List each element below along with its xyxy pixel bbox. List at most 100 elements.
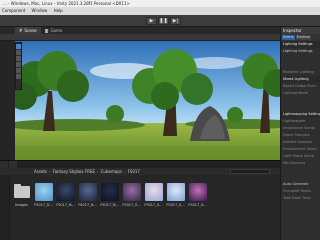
tab-game[interactable]: ◙ Game (41, 27, 67, 34)
inspector-row[interactable]: Lighting Settings (281, 41, 320, 48)
asset-label: FS017_N... (56, 203, 75, 207)
rotate-tool-icon[interactable] (16, 56, 21, 61)
menu-component[interactable]: Component (2, 8, 25, 13)
inspector-subtabs: Scene Environ (281, 34, 320, 41)
breadcrumb-cubemaps[interactable]: Cubemaps (101, 169, 122, 174)
inspector-row[interactable]: Occupied Texels (281, 188, 320, 195)
move-tool-icon[interactable] (16, 50, 21, 55)
project-folder-tree[interactable] (0, 175, 10, 240)
inspector-panel: Inspector Scene Environ Lighting Setting… (280, 27, 320, 240)
tab-game-label: Game (50, 28, 63, 33)
inspector-row[interactable]: Environment Samp. (281, 146, 320, 153)
inspector-row[interactable]: Auto Generate (281, 181, 320, 188)
scene-view-toolbar[interactable] (0, 34, 280, 41)
menu-bar: Component Window Help (0, 7, 320, 15)
inspector-row[interactable]: Light Probe Samp. (281, 153, 320, 160)
subtab-environment[interactable]: Environ (295, 35, 311, 40)
scene-render (15, 41, 280, 160)
cubemap-thumbnail (188, 183, 207, 201)
game-icon: ◙ (44, 28, 49, 33)
inspector-title[interactable]: Inspector (281, 27, 320, 34)
cubemap-thumbnail (144, 183, 163, 201)
breadcrumb-fantasy-skybox[interactable]: Fantasy Skybox FREE (53, 169, 95, 174)
inspector-row[interactable]: Realtime Lighting (281, 69, 320, 76)
asset-cubemap[interactable]: FS017_S... (144, 183, 163, 207)
tab-spacer (0, 27, 15, 34)
inspector-row[interactable]: Lighting Settings (281, 48, 320, 55)
asset-label: FS017_S... (188, 203, 207, 207)
subtab-scene[interactable]: Scene (282, 35, 295, 40)
transform-tool-icon[interactable] (16, 74, 21, 79)
folder-icon (13, 184, 30, 198)
cubemap-thumbnail (166, 183, 185, 201)
tab-scene-label: Scene (24, 28, 37, 33)
tab-scene[interactable]: # Scene (15, 27, 41, 34)
inspector-row (281, 104, 320, 111)
project-tab-row (0, 161, 280, 168)
view-tool-icon[interactable] (16, 44, 21, 49)
cubemap-thumbnail (34, 183, 53, 201)
asset-label: FS017_S... (166, 203, 185, 207)
inspector-row[interactable]: Baked Global Illum (281, 83, 320, 90)
play-controls: ▶ ❚❚ ▶| (146, 17, 181, 25)
breadcrumb-fs017[interactable]: FS017 (128, 169, 140, 174)
asset-cubemap[interactable]: FS017_S... (122, 183, 141, 207)
asset-cubemap[interactable]: FS017_S... (166, 183, 185, 207)
asset-label: FS017_N... (100, 203, 119, 207)
inspector-row[interactable]: Direct Samples (281, 132, 320, 139)
asset-cubemap[interactable]: FS017_S... (188, 183, 207, 207)
project-tab[interactable] (0, 161, 8, 168)
inspector-row[interactable]: Total Bake Time (281, 195, 320, 202)
inspector-row[interactable]: Importance Sampl. (281, 125, 320, 132)
breadcrumb-separator: › (123, 169, 126, 174)
menu-help[interactable]: Help (54, 8, 63, 13)
window-title: ... - Windows, Mac, Linux - Unity 2021.3… (0, 0, 320, 7)
inspector-row[interactable]: Min Bounces (281, 160, 320, 167)
project-search-input[interactable] (230, 169, 270, 174)
inspector-row (281, 97, 320, 104)
play-icon: ▶ (149, 18, 154, 24)
scale-tool-icon[interactable] (16, 62, 21, 67)
scene-viewport[interactable] (15, 41, 280, 160)
menu-window[interactable]: Window (32, 8, 48, 13)
inspector-row (281, 62, 320, 69)
scene-tool-strip (15, 42, 22, 90)
inspector-rows: Lighting Settings Lighting Settings Realti… (281, 41, 320, 202)
asset-label: FS017_D... (34, 203, 53, 207)
asset-grid: Images FS017_D... FS017_N... FS017_N... FS01… (12, 183, 207, 207)
inspector-row[interactable]: Lightmapping Settings (281, 111, 320, 118)
inspector-row (281, 55, 320, 62)
asset-label: FS017_N... (78, 203, 97, 207)
asset-label: FS017_S... (144, 203, 163, 207)
console-tab[interactable] (9, 161, 17, 168)
cubemap-thumbnail (56, 183, 75, 201)
asset-label: Images (15, 203, 28, 207)
play-button[interactable]: ▶ (146, 17, 157, 25)
cubemap-thumbnail (122, 183, 141, 201)
asset-cubemap[interactable]: FS017_N... (78, 183, 97, 207)
cubemap-thumbnail (78, 183, 97, 201)
asset-cubemap[interactable]: FS017_D... (34, 183, 53, 207)
asset-cubemap[interactable]: FS017_N... (56, 183, 75, 207)
scene-tab-row: # Scene ◙ Game (0, 27, 280, 34)
pause-button[interactable]: ❚❚ (158, 17, 169, 25)
inspector-row[interactable]: Lighting Mode (281, 90, 320, 97)
pause-icon: ❚❚ (159, 18, 168, 24)
scene-icon: # (19, 28, 23, 33)
breadcrumb-assets[interactable]: Assets (34, 169, 47, 174)
asset-cubemap[interactable]: FS017_N... (100, 183, 119, 207)
left-dock-strip (0, 41, 15, 160)
inspector-row (281, 167, 320, 174)
asset-label: FS017_S... (122, 203, 141, 207)
inspector-row[interactable]: Indirect Samples (281, 139, 320, 146)
inspector-row[interactable]: Lightmapper (281, 118, 320, 125)
step-icon: ▶| (172, 18, 179, 24)
inspector-row (281, 174, 320, 181)
cubemap-thumbnail (100, 183, 119, 201)
rect-tool-icon[interactable] (16, 68, 21, 73)
asset-folder[interactable]: Images (12, 183, 31, 207)
inspector-row[interactable]: Mixed Lighting (281, 76, 320, 83)
breadcrumb-separator: › (49, 169, 51, 174)
step-button[interactable]: ▶| (170, 17, 181, 25)
breadcrumb-separator: › (97, 169, 99, 174)
